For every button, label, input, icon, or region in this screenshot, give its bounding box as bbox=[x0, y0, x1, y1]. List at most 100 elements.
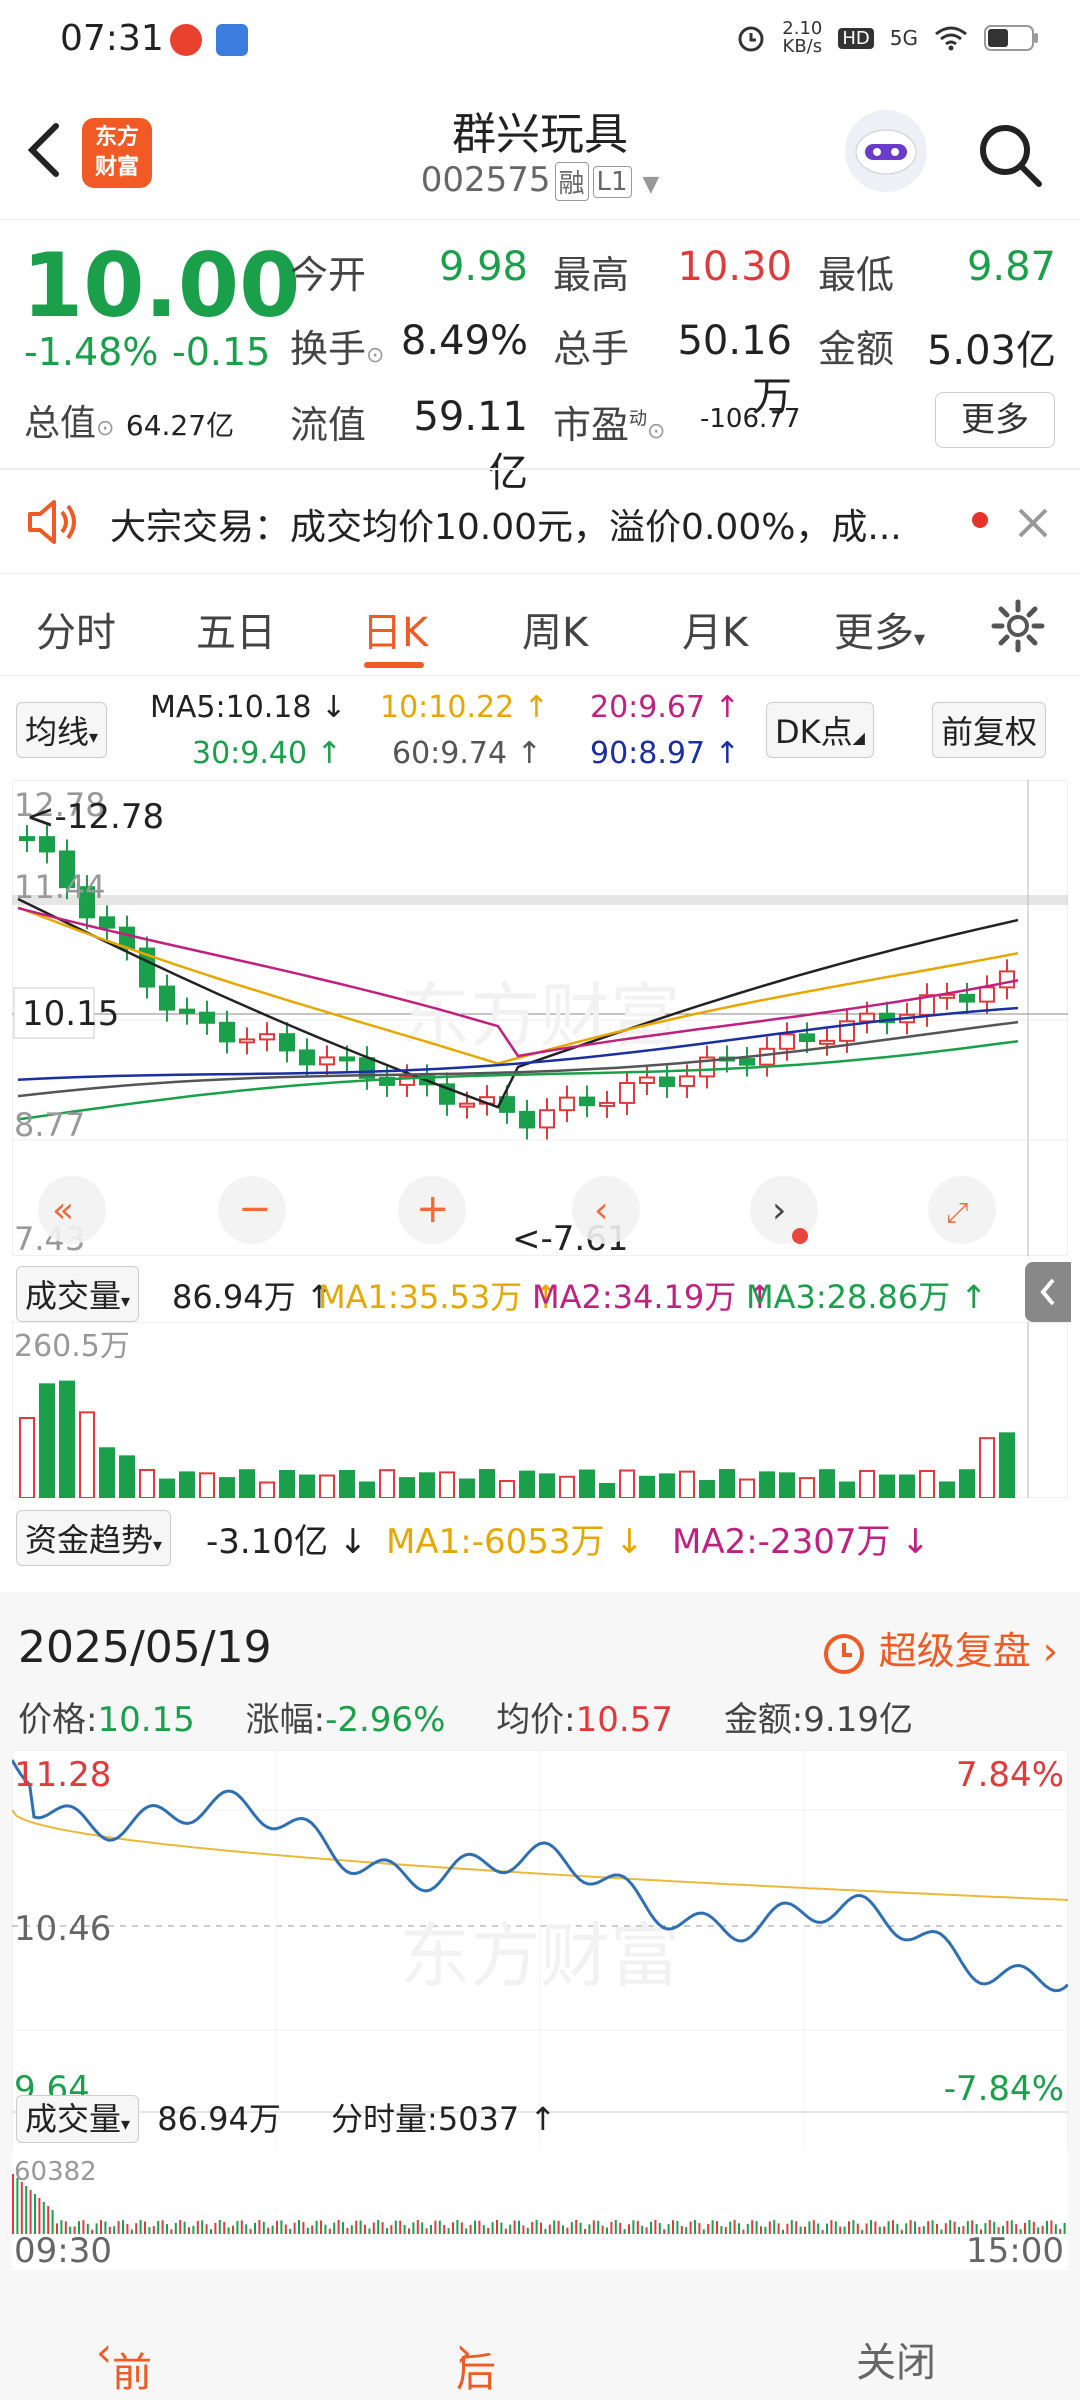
candle-body bbox=[199, 1011, 215, 1024]
margin-tag: 融 bbox=[554, 162, 589, 201]
volume-bar bbox=[499, 1480, 515, 1498]
volume-bar bbox=[779, 1472, 795, 1498]
candle-body bbox=[159, 985, 175, 1011]
speaker-icon bbox=[28, 500, 76, 544]
volume-bar bbox=[879, 1474, 895, 1498]
intraday-high: 11.28 bbox=[14, 1755, 111, 1795]
history-icon bbox=[823, 1633, 864, 1674]
volume-bar bbox=[99, 1447, 115, 1498]
pe-label: 市盈动⊙ bbox=[553, 403, 666, 447]
next-day-button[interactable]: 后一天 › bbox=[456, 2330, 496, 2396]
volume-bar bbox=[639, 1475, 655, 1498]
intraday-volume-bar bbox=[240, 2220, 243, 2234]
volume-bar bbox=[119, 1455, 135, 1498]
replay-panel: 2025/05/19 超级复盘 › 价格:10.15 涨幅:-2.96% 均价:… bbox=[0, 1592, 1080, 2400]
intraday-volume-bar bbox=[302, 2222, 305, 2234]
intraday-low-pct: -7.84% bbox=[944, 2069, 1064, 2109]
more-button[interactable]: 更多 bbox=[935, 392, 1055, 448]
volume-bar bbox=[379, 1469, 395, 1498]
intraday-volume-bar bbox=[958, 2227, 960, 2234]
float-cap-label: 流值 bbox=[290, 403, 367, 447]
tab-intraday[interactable]: 分时 bbox=[36, 600, 116, 658]
dk-point-selector[interactable]: DK点◢ bbox=[766, 702, 874, 758]
intraday-volume-bar bbox=[311, 2225, 314, 2234]
volume-bar bbox=[139, 1469, 155, 1498]
volume-bar bbox=[799, 1477, 815, 1498]
search-icon[interactable] bbox=[975, 120, 1045, 190]
intraday-volume-bar bbox=[883, 2226, 886, 2234]
candle-body bbox=[659, 1076, 675, 1087]
prev-day-button[interactable]: ‹ 前一天 bbox=[96, 2330, 152, 2396]
intraday-volume-selector[interactable]: 成交量▾ bbox=[16, 2095, 140, 2143]
candle-body bbox=[559, 1096, 575, 1112]
amount-value: 5.03亿 bbox=[926, 328, 1056, 374]
intraday-volume-bar bbox=[606, 2227, 608, 2234]
candle-body bbox=[779, 1033, 795, 1050]
candle-body bbox=[759, 1047, 775, 1066]
intraday-volume-bar bbox=[161, 2220, 164, 2234]
intraday-volume-bar bbox=[746, 2223, 749, 2234]
tab-five-day[interactable]: 五日 bbox=[196, 600, 276, 658]
intraday-volume-bar bbox=[500, 2222, 503, 2234]
intraday-volume-bar bbox=[909, 2220, 912, 2234]
intraday-volume-bar bbox=[592, 2220, 595, 2234]
intraday-volume-bar bbox=[324, 2224, 327, 2234]
super-replay-link[interactable]: 超级复盘 › bbox=[821, 1620, 1058, 1677]
intraday-volume-bar bbox=[601, 2225, 604, 2234]
volume-bar bbox=[459, 1478, 475, 1498]
volume-chart[interactable]: 260.5万 bbox=[12, 1322, 1068, 1498]
intraday-volume-bar bbox=[368, 2228, 371, 2234]
fund-trend-selector[interactable]: 资金趋势▾ bbox=[16, 1510, 172, 1566]
intraday-volume-bar bbox=[350, 2225, 353, 2234]
intraday-volume-bar bbox=[139, 2220, 142, 2234]
intraday-volume-bar bbox=[280, 2220, 283, 2234]
volume-bar bbox=[679, 1470, 695, 1498]
intraday-volume-bar bbox=[861, 2229, 864, 2234]
notice-bar[interactable]: 大宗交易：成交均价10.00元，溢价0.00%，成... bbox=[0, 470, 1080, 574]
volume-bar bbox=[859, 1469, 875, 1498]
intraday-volume-bar bbox=[962, 2226, 965, 2234]
intraday-volume-bar bbox=[518, 2220, 520, 2234]
close-replay-button[interactable]: 关闭 bbox=[856, 2330, 936, 2388]
watermark: 东方财富 bbox=[400, 1917, 680, 1995]
intraday-volume-bar bbox=[509, 2224, 512, 2234]
candle-body bbox=[99, 916, 115, 929]
volume-ma2: MA2:34.19万 ↑ bbox=[532, 1278, 774, 1316]
volume-selector[interactable]: 成交量▾ bbox=[16, 1266, 140, 1322]
intraday-volume-legend: 成交量▾ 86.94万 分时量:5037 ↑ bbox=[16, 2094, 556, 2143]
collapse-panel-tab[interactable] bbox=[1025, 1262, 1071, 1322]
kline-chart[interactable]: 东方财富 12.78 <-12.78 11.44 10.15 8.77 7.43… bbox=[12, 780, 1068, 1256]
candle-body bbox=[239, 1038, 255, 1044]
tab-daily-k[interactable]: 日K bbox=[362, 600, 428, 658]
tab-monthly-k[interactable]: 月K bbox=[682, 600, 748, 658]
indicator-selector[interactable]: 均线▾ bbox=[16, 702, 108, 758]
tab-weekly-k[interactable]: 周K bbox=[522, 600, 588, 658]
intraday-volume-bar bbox=[337, 2220, 340, 2234]
intraday-volume-bar bbox=[135, 2223, 138, 2234]
gear-icon[interactable] bbox=[990, 598, 1046, 654]
price-adjust-selector[interactable]: 前复权 bbox=[932, 702, 1047, 758]
volume-ma3: MA3:28.86万 ↑ bbox=[746, 1278, 988, 1316]
close-icon[interactable] bbox=[1016, 506, 1050, 540]
fund-trend-ma2: MA2:-2307万 ↓ bbox=[672, 1522, 930, 1562]
intraday-volume-bar bbox=[403, 2224, 406, 2234]
intraday-volume-bar bbox=[755, 2221, 758, 2234]
intraday-volume-bar bbox=[390, 2225, 393, 2234]
volume-bar bbox=[599, 1482, 615, 1498]
intraday-volume-bar bbox=[364, 2224, 366, 2234]
intraday-volume-bar bbox=[777, 2223, 780, 2234]
intraday-volume-bar bbox=[707, 2223, 710, 2234]
tab-more[interactable]: 更多▾ bbox=[834, 600, 925, 658]
unread-dot bbox=[972, 512, 988, 528]
intraday-volume-bar bbox=[179, 2220, 182, 2234]
robot-assistant-avatar[interactable] bbox=[845, 110, 927, 192]
max-price-marker: <-12.78 bbox=[26, 797, 164, 837]
intraday-mid: 10.46 bbox=[14, 1909, 111, 1949]
candle-body bbox=[579, 1096, 595, 1107]
intraday-volume-bar bbox=[856, 2223, 859, 2234]
candle-body bbox=[619, 1082, 635, 1104]
volume-bar bbox=[519, 1470, 535, 1498]
intraday-volume-bar bbox=[852, 2220, 855, 2234]
alarm-icon bbox=[738, 26, 764, 52]
intraday-volume-bar bbox=[421, 2222, 424, 2234]
